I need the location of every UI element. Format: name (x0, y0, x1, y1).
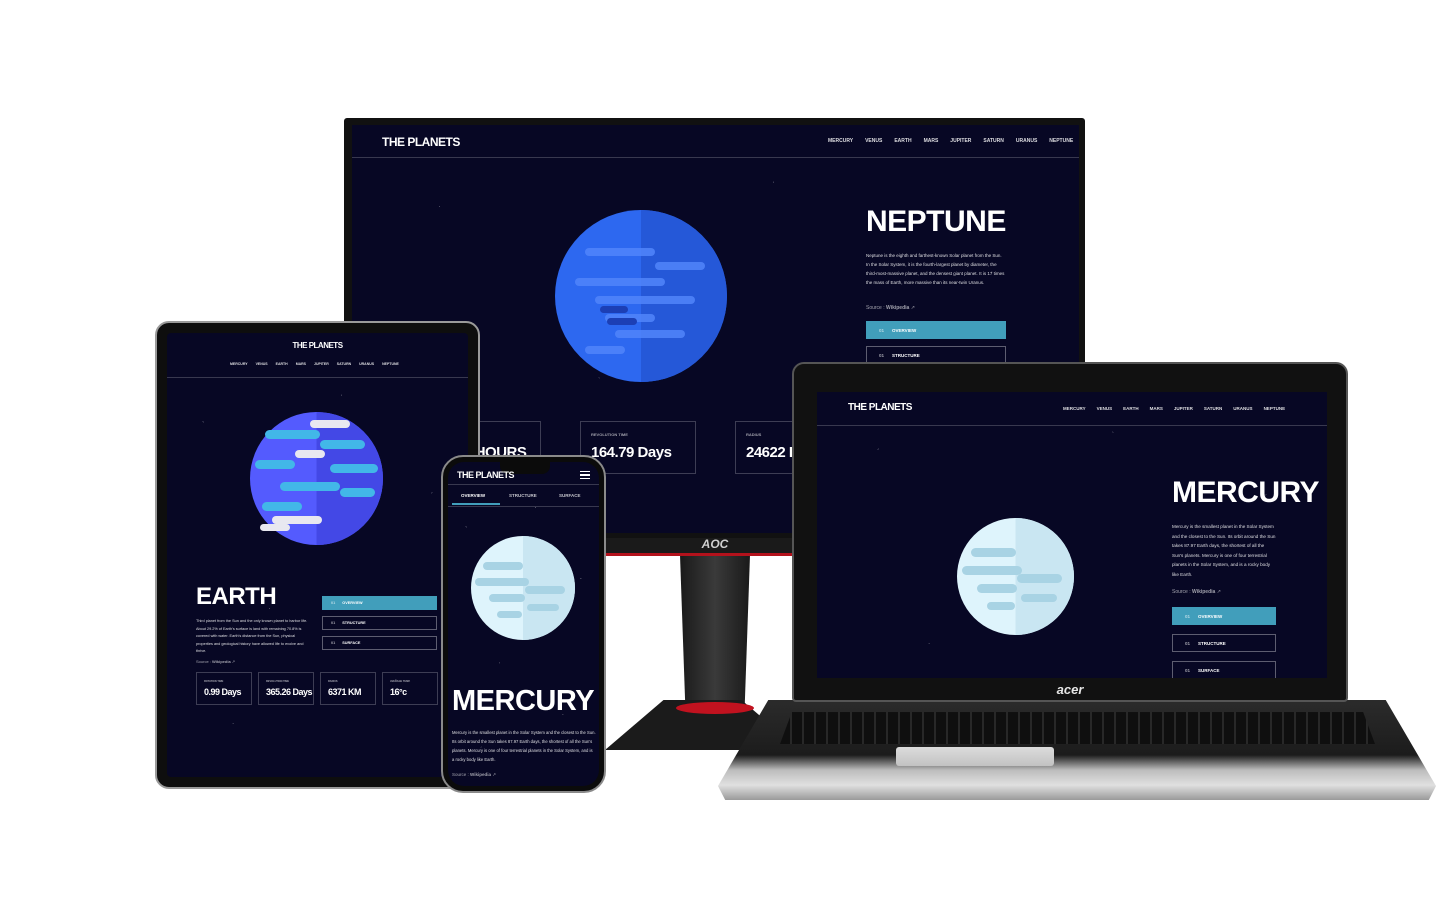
source-line: Source : Wikipedia ↗ (866, 305, 915, 311)
planet-title: EARTH (196, 583, 277, 610)
source-link[interactable]: Wikipedia (1192, 589, 1215, 595)
source-line: Source : Wikipedia ↗ (196, 659, 236, 664)
source-line: Source : Wikipedia ↗ (1172, 589, 1221, 595)
nav-item-uranus[interactable]: URANUS (1233, 406, 1252, 411)
source-link[interactable]: Wikipedia (212, 659, 231, 664)
laptop-touchpad[interactable] (896, 747, 1054, 766)
source-link[interactable]: Wikipedia (470, 772, 491, 777)
planet-description: Mercury is the smallest planet in the So… (1172, 524, 1276, 577)
nav-item-earth[interactable]: EARTH (1123, 406, 1139, 411)
hamburger-menu-icon[interactable] (580, 471, 590, 479)
monitor-stand-ring (676, 702, 754, 714)
nav-item-saturn[interactable]: SATURN (337, 362, 351, 366)
nav-item-neptune[interactable]: NEPTUNE (1049, 138, 1073, 144)
tab-surface[interactable]: 01 SURFACE (1172, 661, 1276, 678)
nav-item-earth[interactable]: EARTH (894, 138, 911, 144)
tab-overview[interactable]: OVERVIEW (461, 493, 485, 498)
monitor-stand-neck (680, 555, 750, 715)
nav-item-jupiter[interactable]: JUPITER (1174, 406, 1193, 411)
phone-screen: THE PLANETS OVERVIEW STRUCTURE SURFACE M… (448, 462, 599, 786)
source-link[interactable]: Wikipedia (886, 305, 909, 311)
nav-item-venus[interactable]: VENUS (1097, 406, 1113, 411)
logo[interactable]: THE PLANETS (167, 341, 468, 350)
nav-item-saturn[interactable]: SATURN (1204, 406, 1222, 411)
tab-overview[interactable]: 01 OVERVIEW (322, 596, 437, 610)
nav-item-mercury[interactable]: MERCURY (828, 138, 853, 144)
monitor-brand-logo: AOC (701, 537, 729, 551)
tab-overview[interactable]: 01 OVERVIEW (866, 321, 1006, 339)
external-link-icon: ↗ (492, 772, 497, 777)
neptune-planet-image (555, 210, 727, 382)
tab-overview[interactable]: 01 OVERVIEW (1172, 607, 1276, 625)
nav-item-neptune[interactable]: NEPTUNE (382, 362, 399, 366)
planet-description: Neptune is the eighth and farthest-known… (866, 253, 1005, 285)
nav-item-mars[interactable]: MARS (924, 138, 939, 144)
external-link-icon: ↗ (1216, 589, 1221, 595)
laptop-brand-logo: acer (1056, 682, 1084, 697)
nav-item-venus[interactable]: VENUS (865, 138, 882, 144)
header-divider (817, 425, 1327, 426)
tablet-screen: THE PLANETS MERCURY VENUS EARTH MARS JUP… (167, 333, 468, 777)
stat-rotation-time: ROTATION TIME 0.99 Days (196, 672, 252, 705)
tab-structure[interactable]: 01 STRUCTURE (1172, 634, 1276, 652)
main-nav: MERCURY VENUS EARTH MARS JUPITER SATURN … (828, 138, 1073, 144)
header-divider (352, 157, 1079, 158)
tab-surface[interactable]: 01 SURFACE (322, 636, 437, 650)
logo[interactable]: THE PLANETS (382, 135, 460, 149)
phone-tabs: OVERVIEW STRUCTURE SURFACE (448, 490, 599, 506)
nav-item-uranus[interactable]: URANUS (359, 362, 374, 366)
stat-radius: RADIUS 6371 KM (320, 672, 376, 705)
planet-title: MERCURY (452, 685, 595, 717)
nav-item-mercury[interactable]: MERCURY (230, 362, 248, 366)
nav-item-venus[interactable]: VENUS (256, 362, 268, 366)
external-link-icon: ↗ (910, 305, 915, 311)
tab-structure[interactable]: 01 STRUCTURE (322, 616, 437, 630)
main-nav: MERCURY VENUS EARTH MARS JUPITER SATURN … (1063, 406, 1285, 411)
nav-item-jupiter[interactable]: JUPITER (314, 362, 329, 366)
logo[interactable]: THE PLANETS (457, 470, 515, 480)
mercury-planet-image (957, 518, 1074, 635)
mercury-planet-image (471, 536, 575, 640)
nav-item-saturn[interactable]: SATURN (983, 138, 1003, 144)
laptop-screen: THE PLANETS MERCURY VENUS EARTH MARS JUP… (817, 392, 1327, 678)
nav-item-jupiter[interactable]: JUPITER (950, 138, 971, 144)
stat-revolution-time: REVOLUTION TIME 365.26 Days (258, 672, 314, 705)
header-divider (448, 484, 599, 485)
source-line: Source : Wikipedia ↗ (452, 772, 497, 777)
planet-title: NEPTUNE (866, 205, 1006, 238)
nav-item-uranus[interactable]: URANUS (1016, 138, 1037, 144)
nav-item-mercury[interactable]: MERCURY (1063, 406, 1086, 411)
active-tab-indicator (452, 503, 500, 505)
header-divider (167, 377, 468, 378)
logo[interactable]: THE PLANETS (848, 402, 912, 413)
tabs-divider (448, 506, 599, 507)
nav-item-earth[interactable]: EARTH (276, 362, 288, 366)
main-nav: MERCURY VENUS EARTH MARS JUPITER SATURN … (230, 362, 399, 366)
tab-structure[interactable]: STRUCTURE (509, 493, 537, 498)
planet-description: Mercury is the smallest planet in the So… (452, 730, 596, 762)
nav-item-neptune[interactable]: NEPTUNE (1264, 406, 1286, 411)
planet-description: Third planet from the Sun and the only k… (196, 619, 308, 653)
tab-surface[interactable]: SURFACE (559, 493, 581, 498)
nav-item-mars[interactable]: MARS (1150, 406, 1163, 411)
nav-item-mars[interactable]: MARS (296, 362, 306, 366)
external-link-icon: ↗ (231, 659, 236, 664)
planet-title: MERCURY (1172, 476, 1320, 509)
laptop-keyboard (780, 712, 1375, 744)
stat-average-temp: AVERAGE TEMP. 16°c (382, 672, 438, 705)
earth-planet-image (250, 412, 383, 545)
